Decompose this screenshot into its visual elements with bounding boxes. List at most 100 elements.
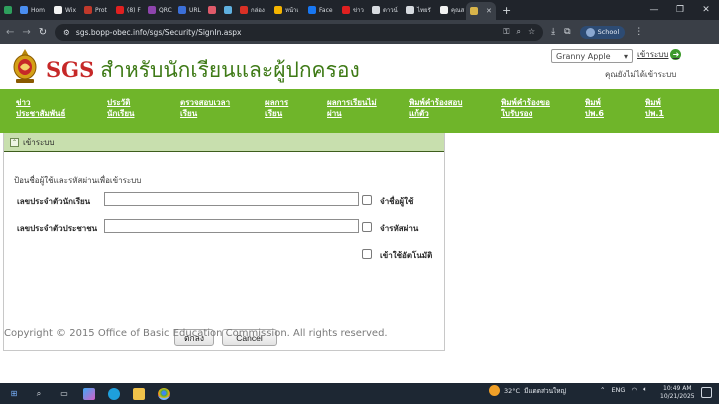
weather-widget[interactable]: 32°C มีแดดส่วนใหญ่ (489, 385, 566, 396)
chevron-down-icon: ▾ (623, 51, 628, 61)
auto-login-checkbox[interactable] (362, 249, 372, 259)
tab-label: QRC (159, 6, 172, 14)
tab-favicon-icon (20, 6, 28, 14)
tab-favicon-icon (240, 6, 248, 14)
collapse-icon[interactable]: ⌃ (10, 137, 19, 147)
copilot-icon[interactable] (83, 387, 95, 400)
login-panel-title: เข้าระบบ (23, 137, 55, 147)
browser-tab[interactable]: กล่อง (236, 2, 270, 18)
remember-password-checkbox[interactable] (362, 222, 372, 232)
browser-tab[interactable] (0, 2, 16, 18)
toolbar-icons: ⤓ ⧉ School ⋮ (551, 25, 643, 39)
tab-label: Wix (65, 6, 77, 14)
minimize-icon[interactable]: — (641, 5, 667, 15)
browser-tab-strip: Hom Wix Prot (8) F QRC URL กล่อง หน้าเ Face ข่าว ด… (0, 0, 719, 20)
student-id-input[interactable] (104, 192, 359, 206)
web-page: SGS สำหรับนักเรียนและผู้ปกครอง Granny App… (0, 44, 719, 383)
wifi-icon[interactable]: ◠ (631, 386, 637, 394)
new-tab-button[interactable]: + (496, 4, 517, 17)
remember-password-label: จำรหัสผ่าน (380, 224, 419, 233)
volume-icon[interactable]: 🔈︎ (643, 385, 647, 394)
url-text: sgs.bopp-obec.info/sgs/Security/SignIn.a… (75, 27, 242, 37)
notification-icon[interactable] (701, 387, 712, 398)
clock[interactable]: 10:49 AM 10/21/2025 (660, 385, 695, 401)
tab-close-icon[interactable]: ✕ (486, 7, 492, 15)
login-link[interactable]: เข้าระบบ ➜ (637, 48, 682, 61)
menu-kebab-icon[interactable]: ⋮ (634, 27, 643, 37)
remember-user-label: จำชื่อผู้ใช้ (380, 197, 414, 206)
login-panel: ⌃ เข้าระบบ ป้อนชื่อผู้ใช้และรหัสผ่านเพื่… (3, 133, 445, 351)
tab-label: Hom (31, 6, 46, 14)
tab-label: กล่อง (251, 7, 265, 14)
zoom-icon[interactable]: ⌕ (517, 27, 521, 37)
browser-tab[interactable] (204, 2, 220, 18)
profile-chip[interactable]: School (579, 25, 626, 39)
windows-start-icon[interactable]: ⊞ (8, 388, 20, 400)
tray-chevron-icon[interactable]: ⌃ (600, 386, 605, 394)
tab-label: หน้าเ (285, 7, 299, 14)
menu-item[interactable]: พิมพ์ ปพ.1 (629, 89, 693, 133)
language-code: ENG (611, 385, 626, 394)
menu-item[interactable]: ข่าว ประชาสัมพันธ์ (0, 89, 91, 133)
browser-tab[interactable]: ดาวน์ (368, 2, 402, 18)
menu-item[interactable]: ผลการเรียนไม่ ผ่าน (311, 89, 393, 133)
menu-item[interactable]: พิมพ์คำร้องขอ ใบรับรอง (485, 89, 569, 133)
back-icon[interactable]: ← (6, 27, 14, 38)
main-menu: ข่าว ประชาสัมพันธ์ ประวัติ นักเรียน ตรวจสอ… (0, 89, 719, 133)
address-bar[interactable]: ⚙ sgs.bopp-obec.info/sgs/Security/SignIn… (55, 23, 544, 41)
avatar (585, 27, 595, 37)
bookmark-star-icon[interactable]: ☆ (528, 27, 535, 37)
tab-label: URL (189, 6, 201, 14)
forward-icon[interactable]: → (22, 27, 30, 38)
password-key-icon[interactable]: ⚿ (503, 27, 509, 37)
browser-tab[interactable]: คุณส (436, 2, 466, 18)
national-id-input[interactable] (104, 219, 359, 233)
site-title: SGS สำหรับนักเรียนและผู้ปกครอง (46, 54, 360, 87)
login-panel-header[interactable]: ⌃ เข้าระบบ (4, 133, 444, 152)
chrome-icon[interactable] (158, 387, 170, 400)
brand-name: SGS (46, 57, 95, 82)
browser-tab[interactable]: (8) F (112, 2, 144, 18)
file-explorer-icon[interactable] (133, 387, 145, 400)
system-tray: ⌃ ENG ◠ 🔈︎ (600, 385, 647, 394)
site-header: SGS สำหรับนักเรียนและผู้ปกครอง Granny App… (0, 44, 719, 89)
browser-tab[interactable]: ✕ (466, 2, 496, 20)
menu-item[interactable]: ตรวจสอบเวลา เรียน (164, 89, 249, 133)
tab-favicon-icon (406, 6, 414, 14)
tab-favicon-icon (440, 6, 448, 14)
browser-tab[interactable]: Hom (16, 2, 50, 18)
remember-user-checkbox[interactable] (362, 195, 372, 205)
tab-label: Prot (95, 6, 107, 14)
menu-item[interactable]: พิมพ์ ปพ.6 (569, 89, 629, 133)
extensions-icon[interactable]: ⧉ (564, 27, 570, 37)
window-controls: — ❐ ✕ (641, 5, 719, 15)
site-info-icon[interactable]: ⚙ (63, 28, 70, 37)
theme-select[interactable]: Granny Apple ▾ (551, 49, 633, 63)
browser-tab[interactable]: Face (304, 2, 338, 18)
menu-item[interactable]: ผลการ เรียน (249, 89, 311, 133)
restore-icon[interactable]: ❐ (667, 5, 693, 15)
edge-icon[interactable] (108, 387, 120, 400)
menu-item[interactable]: พิมพ์คำร้องสอบ แก้ตัว (393, 89, 485, 133)
student-id-label: เลขประจำตัวนักเรียน (17, 197, 91, 206)
tab-favicon-icon (372, 6, 380, 14)
auto-login-label: เข้าใช้อัตโนมัติ (380, 251, 433, 260)
language-indicator[interactable]: ENG (611, 386, 625, 394)
browser-tab[interactable]: ไทยรั (402, 2, 436, 18)
browser-tab[interactable]: หน้าเ (270, 2, 304, 18)
search-icon[interactable]: ⌕ (33, 388, 45, 400)
task-view-icon[interactable]: ▭ (58, 388, 70, 400)
browser-tab[interactable]: ข่าว (338, 2, 368, 18)
browser-tab[interactable]: QRC (144, 2, 174, 18)
browser-tab[interactable]: Wix (50, 2, 80, 18)
menu-item[interactable]: ประวัติ นักเรียน (91, 89, 164, 133)
browser-tab[interactable] (220, 2, 236, 18)
download-icon[interactable]: ⤓ (551, 27, 555, 37)
national-id-label: เลขประจำตัวประชาชน (17, 224, 98, 233)
tab-label: (8) F (127, 6, 141, 14)
browser-tab[interactable]: URL (174, 2, 204, 18)
close-window-icon[interactable]: ✕ (693, 5, 719, 15)
reload-icon[interactable]: ↻ (39, 27, 47, 38)
browser-tab[interactable]: Prot (80, 2, 112, 18)
tab-favicon-icon (208, 6, 216, 14)
